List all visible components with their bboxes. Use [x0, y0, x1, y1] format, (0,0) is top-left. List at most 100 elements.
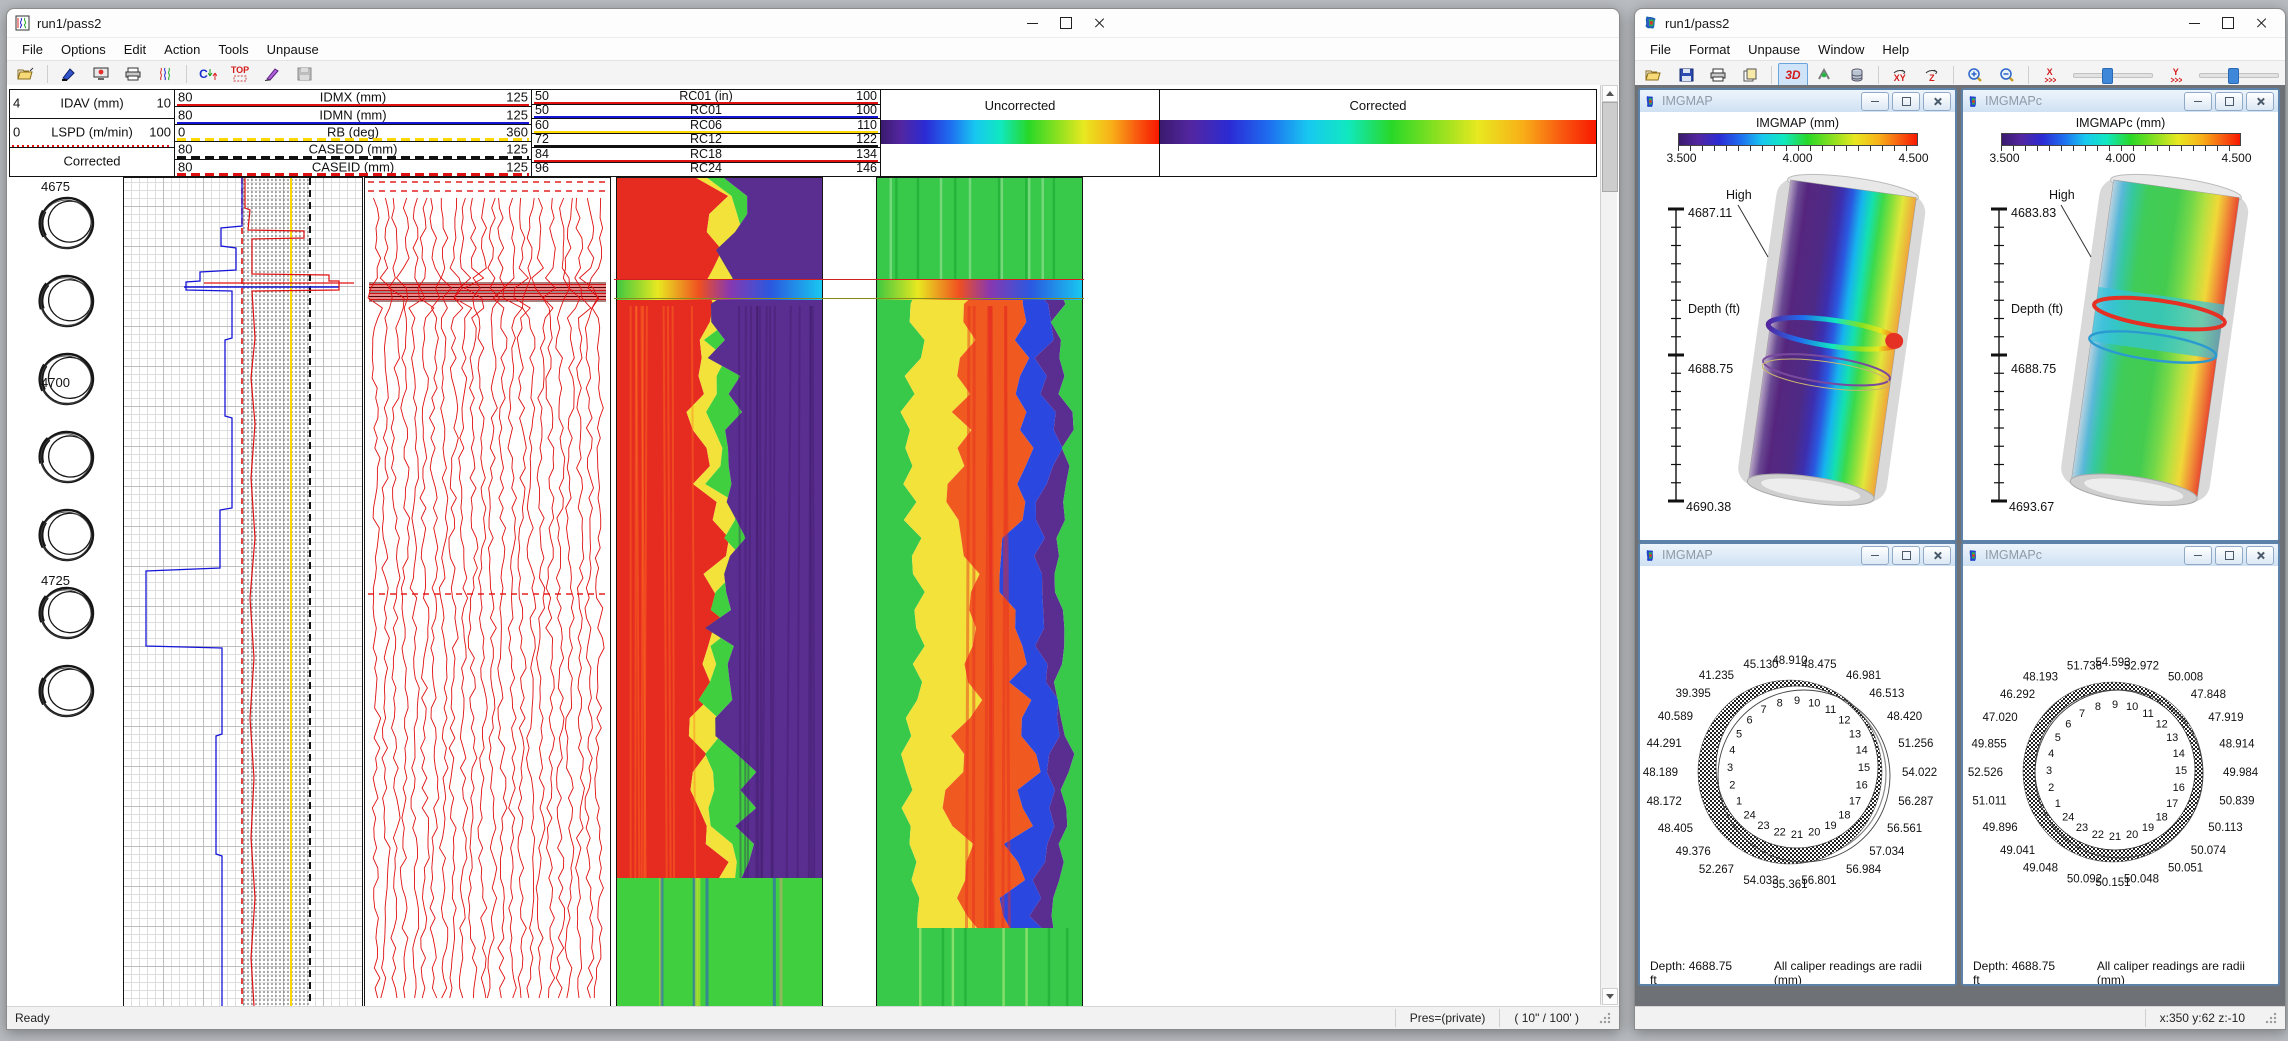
child-close-button[interactable] [1923, 92, 1951, 111]
radius-value: 44.291 [1647, 738, 1682, 750]
radius-value: 48.420 [1887, 711, 1922, 723]
app-icon [1643, 15, 1659, 31]
child-minimize-button[interactable] [1861, 546, 1889, 565]
finger-number: 16 [2173, 782, 2185, 794]
minimize-button[interactable] [1015, 9, 1049, 37]
child-titlebar[interactable]: IMGMAPc [1963, 544, 2278, 567]
3d-view-uncorrected[interactable]: IMGMAP (mm) 3.500 4.000 4.500 [1640, 112, 1955, 540]
finger-trace [588, 198, 604, 998]
menu-window[interactable]: Window [1809, 40, 1873, 59]
radius-value: 51.011 [1972, 796, 2006, 808]
child-restore-button[interactable] [1892, 546, 1920, 565]
menu-file[interactable]: File [13, 40, 52, 59]
resize-grip[interactable] [2265, 1012, 2277, 1024]
annotate-button[interactable] [257, 62, 287, 86]
depth-label: 4700 [41, 375, 70, 390]
close-button[interactable] [2245, 9, 2279, 37]
radius-value: 56.561 [1887, 823, 1922, 835]
child-minimize-button[interactable] [1861, 92, 1889, 111]
arrow-down-icon [1606, 994, 1614, 999]
radius-value: 50.074 [2191, 845, 2227, 857]
print-log-button[interactable] [118, 62, 148, 86]
minimize-button[interactable] [2177, 9, 2211, 37]
child-restore-button[interactable] [2215, 546, 2243, 565]
scroll-down-button[interactable] [1602, 988, 1618, 1005]
toolbar-separator [1953, 66, 1954, 84]
zoom-out-button[interactable] [1992, 63, 2022, 87]
log-scrollbar[interactable] [1600, 85, 1617, 1005]
x-rotation-slider[interactable] [2073, 73, 2153, 78]
child-minimize-button[interactable] [2184, 546, 2212, 565]
3d-view-toggle[interactable]: 3D [1778, 63, 1808, 87]
finger-trace [514, 198, 530, 998]
depth-shift-button[interactable]: C [193, 62, 223, 86]
close-button[interactable] [1083, 9, 1117, 37]
scroll-up-button[interactable] [1602, 85, 1618, 102]
menu-file[interactable]: File [1641, 40, 1680, 59]
texture-button[interactable] [1810, 63, 1840, 87]
child-titlebar[interactable]: IMGMAPc [1963, 90, 2278, 113]
open-file-button[interactable] [1639, 63, 1669, 87]
save-icon [297, 67, 312, 81]
menu-help[interactable]: Help [1873, 40, 1918, 59]
left-titlebar[interactable]: run1/pass2 [7, 9, 1619, 38]
pipe-3d-plot[interactable]: High 4683.83 Depth (ft) 4688.75 4693.67 [1963, 165, 2274, 525]
scale-right: 100 [149, 124, 171, 139]
child-close-button[interactable] [2246, 92, 2274, 111]
finger-number: 12 [1838, 715, 1850, 727]
y-slider-thumb[interactable] [2228, 68, 2239, 84]
scale-right: 125 [506, 90, 528, 105]
tick-label: 3.500 [1667, 151, 1697, 165]
erase-log-button[interactable] [54, 62, 84, 86]
finger-trace [418, 198, 434, 998]
y-rotation-slider[interactable] [2199, 73, 2279, 78]
pipe-3d[interactable] [2058, 167, 2252, 513]
child-title: IMGMAPc [1985, 94, 2181, 108]
print-button[interactable] [1703, 63, 1733, 87]
zoom-in-button[interactable] [1960, 63, 1990, 87]
menu-tools[interactable]: Tools [209, 40, 257, 59]
child-titlebar[interactable]: IMGMAP [1640, 544, 1955, 567]
pan-x-button[interactable]: X [2035, 63, 2065, 87]
pipe-3d[interactable] [1735, 167, 1929, 513]
radius-value: 48.914 [2219, 739, 2255, 751]
save-button[interactable] [289, 62, 319, 86]
child-restore-button[interactable] [2215, 92, 2243, 111]
menu-action[interactable]: Action [155, 40, 209, 59]
menu-format[interactable]: Format [1680, 40, 1739, 59]
child-titlebar[interactable]: IMGMAP [1640, 90, 1955, 113]
radius-value: 54.022 [1902, 767, 1937, 779]
menu-unpause[interactable]: Unpause [1739, 40, 1809, 59]
rotate-z-button[interactable]: Z [1917, 63, 1947, 87]
finger-number: 21 [2109, 831, 2121, 843]
pipe-cross-section [37, 428, 96, 486]
child-minimize-button[interactable] [2184, 92, 2212, 111]
curve-display-button[interactable] [150, 62, 180, 86]
finger-number: 23 [2076, 822, 2088, 834]
menu-unpause[interactable]: Unpause [258, 40, 328, 59]
finger-number: 11 [2142, 708, 2153, 720]
rotate-xy-button[interactable]: XY [1885, 63, 1915, 87]
resize-grip[interactable] [1599, 1012, 1611, 1024]
maximize-button[interactable] [2211, 9, 2245, 37]
child-close-button[interactable] [1923, 546, 1951, 565]
x-slider-thumb[interactable] [2102, 68, 2113, 84]
save-button[interactable] [1671, 63, 1701, 87]
scroll-thumb[interactable] [1602, 102, 1618, 192]
screen-display-button[interactable] [86, 62, 116, 86]
depth-mid-label: 4688.75 [2011, 362, 2056, 376]
pipe-3d-plot[interactable]: High 4687.11 Depth (ft) 4688.75 4690.38 [1640, 165, 1951, 525]
child-close-button[interactable] [2246, 546, 2274, 565]
pan-y-button[interactable]: Y [2161, 63, 2191, 87]
child-restore-button[interactable] [1892, 92, 1920, 111]
maximize-button[interactable] [1049, 9, 1083, 37]
right-titlebar[interactable]: run1/pass2 [1635, 9, 2285, 38]
copy-page-button[interactable] [1735, 63, 1765, 87]
top-log-button[interactable]: TOP [225, 62, 255, 86]
top-label: TOP [231, 66, 249, 75]
mesh-button[interactable] [1842, 63, 1872, 87]
menu-options[interactable]: Options [52, 40, 115, 59]
open-file-button[interactable] [11, 62, 41, 86]
menu-edit[interactable]: Edit [115, 40, 155, 59]
3d-view-corrected[interactable]: IMGMAPc (mm) 3.500 4.000 4.500 [1963, 112, 2278, 540]
